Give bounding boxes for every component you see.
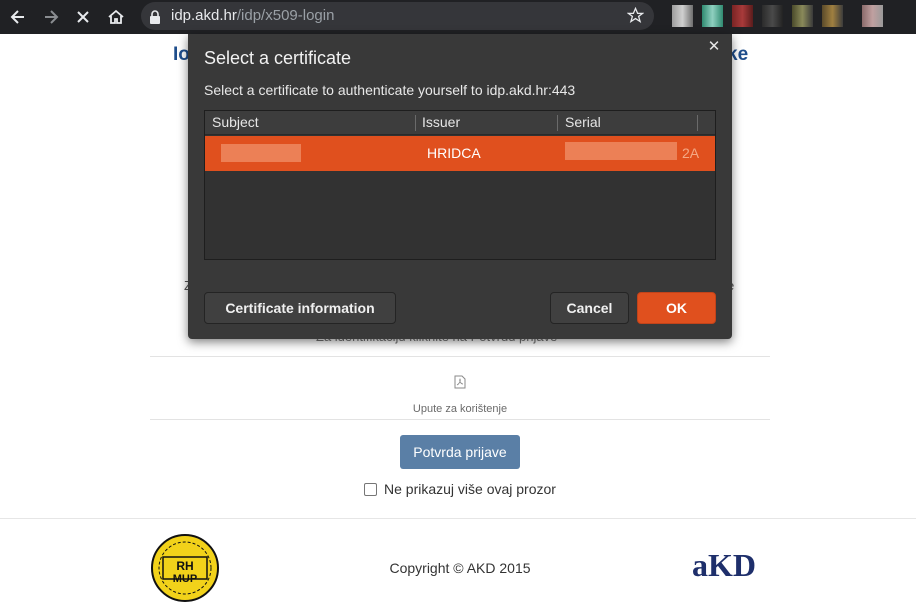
redacted-serial — [565, 142, 677, 160]
dialog-subtitle: Select a certificate to authenticate you… — [204, 82, 576, 98]
mup-logo: RH MUP — [148, 533, 222, 604]
dont-show-checkbox[interactable] — [364, 482, 377, 496]
footer-divider — [0, 518, 916, 519]
column-header-subject[interactable]: Subject — [212, 114, 259, 130]
extension-icon[interactable] — [672, 5, 693, 27]
column-header-serial[interactable]: Serial — [565, 114, 601, 130]
column-separator[interactable] — [697, 115, 698, 131]
extension-icon[interactable] — [732, 5, 753, 27]
extension-icon[interactable] — [792, 5, 813, 27]
table-row[interactable]: HRIDCA 2A — [205, 136, 715, 171]
url-host: idp.akd.hr — [171, 7, 237, 24]
extension-icon[interactable] — [702, 5, 723, 27]
redacted-subject — [221, 144, 301, 162]
certificate-information-button[interactable]: Certificate information — [204, 292, 396, 324]
svg-text:aKD: aKD — [692, 548, 756, 582]
manual-link-label: Upute za korištenje — [412, 403, 508, 415]
cell-serial: 2A — [682, 145, 700, 161]
browser-toolbar: idp.akd.hr/idp/x509-login — [0, 0, 916, 34]
url-path: /idp/x509-login — [236, 7, 335, 24]
confirm-login-button[interactable]: Potvrda prijave — [400, 435, 520, 469]
close-icon[interactable]: ✕ — [706, 38, 722, 54]
divider — [150, 419, 770, 420]
home-icon[interactable] — [104, 5, 128, 29]
bookmark-star-icon[interactable] — [626, 6, 645, 28]
forward-icon[interactable] — [39, 5, 63, 29]
copyright-text: Copyright © AKD 2015 — [389, 560, 531, 576]
pdf-icon — [360, 374, 560, 393]
ok-button[interactable]: OK — [637, 292, 716, 324]
extension-icon[interactable] — [762, 5, 783, 27]
extension-icon[interactable] — [822, 5, 843, 27]
column-separator[interactable] — [415, 115, 416, 131]
column-separator[interactable] — [557, 115, 558, 131]
url-text: idp.akd.hr/idp/x509-login — [171, 7, 334, 24]
dont-show-label: Ne prikazuj više ovaj prozor — [384, 481, 556, 497]
svg-text:RH: RH — [176, 559, 193, 573]
address-bar[interactable]: idp.akd.hr/idp/x509-login — [141, 2, 654, 30]
manual-link[interactable]: Upute za korištenje — [360, 374, 560, 416]
akd-logo: aKD — [692, 547, 764, 586]
back-icon[interactable] — [6, 5, 30, 29]
dialog-title: Select a certificate — [204, 48, 352, 68]
certificate-table: Subject Issuer Serial HRIDCA 2A — [204, 110, 716, 260]
extension-icon[interactable] — [862, 5, 883, 27]
certificate-dialog: ✕ Select a certificate Select a certific… — [188, 34, 732, 339]
lock-icon[interactable] — [149, 9, 161, 28]
divider — [150, 356, 770, 357]
table-header: Subject Issuer Serial — [205, 111, 715, 135]
cell-issuer: HRIDCA — [427, 145, 481, 161]
dont-show-again[interactable]: Ne prikazuj više ovaj prozor — [364, 481, 556, 497]
column-header-issuer[interactable]: Issuer — [422, 114, 460, 130]
svg-text:MUP: MUP — [173, 573, 197, 585]
cancel-button[interactable]: Cancel — [550, 292, 629, 324]
stop-loading-icon[interactable] — [71, 5, 95, 29]
